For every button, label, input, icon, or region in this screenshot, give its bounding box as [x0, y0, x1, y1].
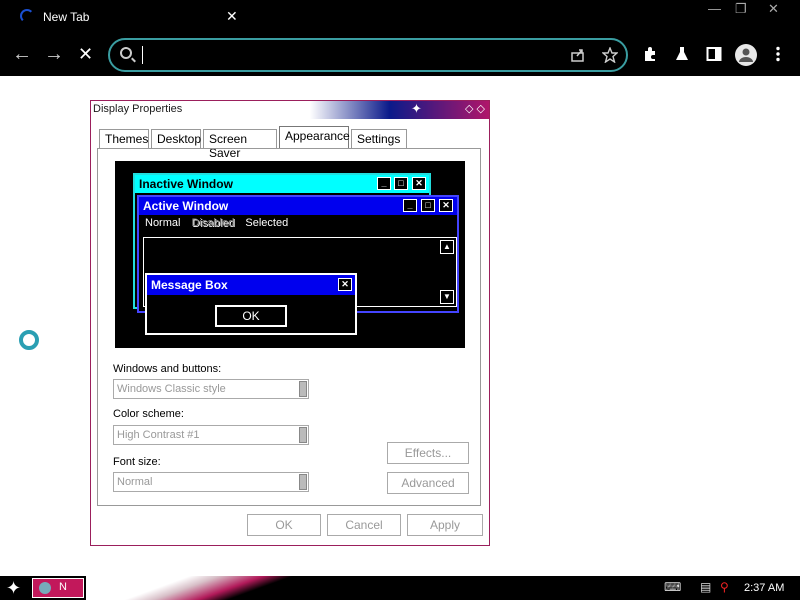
tab-close-button[interactable]: ✕ — [226, 8, 238, 25]
inactive-window-title: Inactive Window — [139, 177, 233, 191]
font-size-label: Font size: — [113, 456, 161, 468]
keyboard-icon[interactable]: ⌨ — [664, 580, 681, 594]
windows-buttons-select[interactable]: Windows Classic style — [113, 379, 309, 399]
cancel-button[interactable]: Cancel — [327, 514, 401, 536]
maximize-icon: □ — [421, 199, 435, 212]
tab-title[interactable]: New Tab — [43, 10, 89, 24]
browser-tab-bar: New Tab ✕ — ❐ ✕ — [0, 0, 800, 34]
preview-ok-button: OK — [215, 305, 287, 327]
tab-themes[interactable]: Themes — [99, 129, 149, 149]
text-caret — [142, 46, 143, 64]
dialog-title: Display Properties — [93, 103, 183, 115]
network-icon[interactable]: ▤ — [700, 580, 711, 594]
active-window-title: Active Window — [143, 199, 229, 213]
dialog-title-bar[interactable]: Display Properties ✦ ◇ ◇ — [91, 101, 489, 119]
search-icon — [120, 47, 132, 59]
tab-desktop[interactable]: Desktop — [151, 129, 201, 149]
minimize-icon: _ — [403, 199, 417, 212]
taskbar-app-button[interactable]: N — [32, 578, 84, 598]
desktop-ring-icon[interactable] — [19, 330, 39, 350]
clock[interactable]: 2:37 AM — [744, 582, 784, 594]
dropdown-icon[interactable] — [299, 474, 307, 490]
tab-appearance[interactable]: Appearance — [279, 126, 350, 149]
scroll-down-icon: ▼ — [440, 290, 454, 304]
font-size-value: Normal — [117, 476, 153, 488]
ok-button[interactable]: OK — [247, 514, 321, 536]
help-close-icons[interactable]: ◇ ◇ — [465, 102, 485, 115]
message-box-title-bar: Message Box ✕ — [147, 275, 355, 295]
color-scheme-value: High Contrast #1 — [117, 429, 200, 441]
preview-menu-bar: Normal Disabled Selected — [139, 215, 457, 233]
close-icon: ✕ — [439, 199, 453, 212]
display-properties-dialog: Display Properties ✦ ◇ ◇ Themes Desktop … — [90, 100, 490, 546]
preview-message-box: Message Box ✕ OK — [145, 273, 357, 335]
tab-screen-saver[interactable]: Screen Saver — [203, 129, 277, 160]
labs-icon[interactable] — [674, 46, 690, 62]
windows-buttons-label: Windows and buttons: — [113, 363, 222, 375]
appearance-preview: Inactive Window _ □ ✕ Active Window _ □ … — [115, 161, 465, 348]
menu-normal: Normal — [145, 217, 181, 229]
windows-buttons-value: Windows Classic style — [117, 383, 226, 395]
restore-button[interactable]: ❐ — [735, 1, 747, 17]
address-bar[interactable] — [108, 38, 628, 72]
message-box-title: Message Box — [151, 278, 228, 292]
menu-selected: Selected — [245, 217, 289, 229]
close-icon: ✕ — [338, 278, 352, 291]
minimize-button[interactable]: — — [708, 1, 721, 16]
tab-settings[interactable]: Settings — [351, 129, 407, 149]
taskbar-decoration — [86, 576, 316, 600]
start-star-icon[interactable]: ✦ — [6, 578, 21, 599]
menu-icon[interactable] — [772, 46, 784, 62]
close-icon: ✕ — [412, 177, 426, 190]
sparkle-icon: ✦ — [411, 101, 422, 116]
taskbar-app-label: N — [59, 581, 67, 593]
magnifier-icon[interactable]: ⚲ — [720, 580, 729, 594]
color-scheme-select[interactable]: High Contrast #1 — [113, 425, 309, 445]
minimize-icon: _ — [377, 177, 391, 190]
scroll-up-icon: ▲ — [440, 240, 454, 254]
font-size-select[interactable]: Normal — [113, 472, 309, 492]
loading-spinner-icon — [20, 9, 34, 23]
sidepanel-icon[interactable] — [706, 46, 722, 62]
dropdown-icon[interactable] — [299, 427, 307, 443]
maximize-icon: □ — [394, 177, 408, 190]
menu-disabled: Disabled — [191, 217, 235, 229]
stop-button[interactable]: ✕ — [78, 42, 93, 66]
forward-button[interactable]: → — [44, 42, 64, 66]
extensions-icon[interactable] — [642, 46, 658, 62]
active-title-bar: Active Window _ □ ✕ — [139, 197, 457, 215]
star-icon[interactable] — [602, 47, 618, 63]
back-button[interactable]: ← — [12, 42, 32, 66]
close-window-button[interactable]: ✕ — [768, 1, 779, 17]
color-scheme-label: Color scheme: — [113, 408, 184, 420]
effects-button[interactable]: Effects... — [387, 442, 469, 464]
profile-icon[interactable] — [735, 44, 757, 66]
advanced-button[interactable]: Advanced — [387, 472, 469, 494]
inactive-title-bar: Inactive Window _ □ ✕ — [135, 175, 429, 193]
share-icon[interactable] — [570, 47, 586, 63]
globe-icon — [39, 582, 51, 594]
apply-button[interactable]: Apply — [407, 514, 483, 536]
dropdown-icon[interactable] — [299, 381, 307, 397]
